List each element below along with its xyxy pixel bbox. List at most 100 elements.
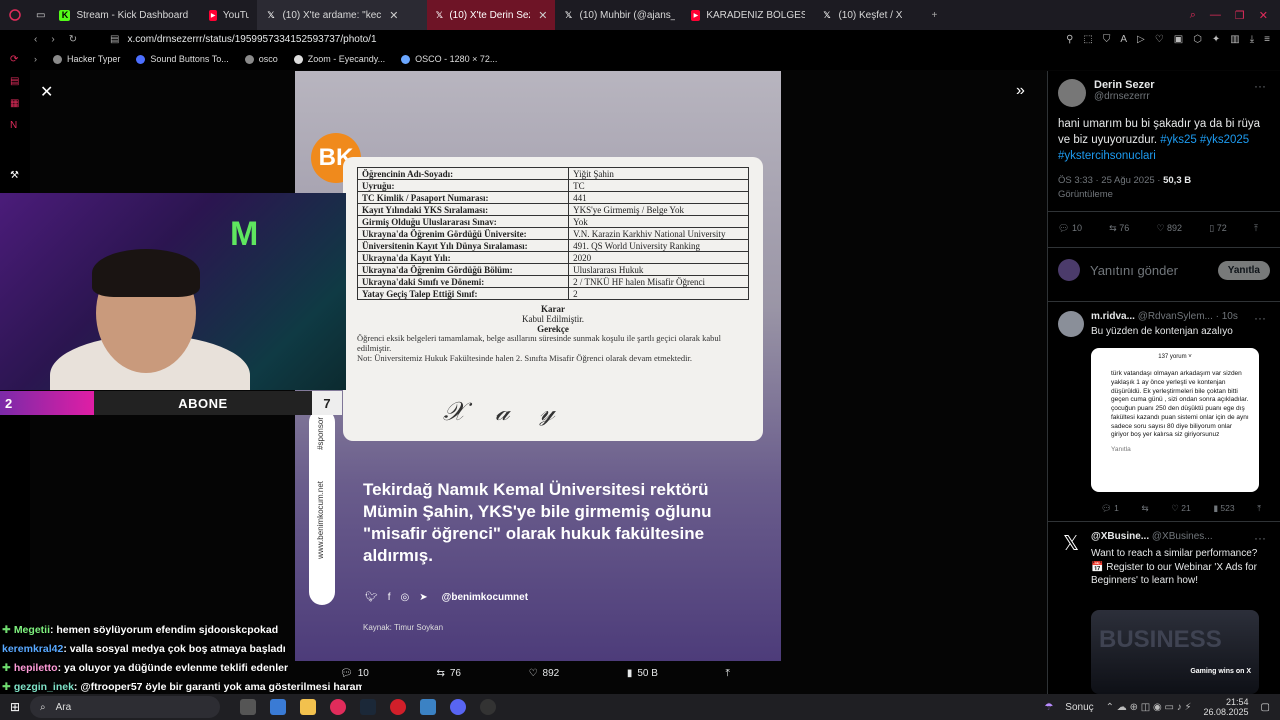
share-icon[interactable]: ⤒: [1257, 503, 1261, 514]
reply-input[interactable]: Yanıtını gönder: [1090, 263, 1178, 278]
author-handle[interactable]: @drnsezerrr: [1094, 91, 1155, 102]
store-icon[interactable]: [270, 699, 286, 715]
close-tab-icon[interactable]: ✕: [538, 9, 547, 22]
minimize-icon[interactable]: —: [1210, 9, 1221, 22]
more-options-icon[interactable]: ···: [1254, 311, 1266, 325]
browser-menu-icon[interactable]: [0, 0, 30, 30]
reply-image[interactable]: 137 yorum ˅ türk vatandaşı olmayan arkad…: [1091, 348, 1259, 492]
maximize-icon[interactable]: ❐: [1235, 9, 1245, 22]
sidebar-news-icon[interactable]: ▦: [10, 98, 22, 109]
weather-icon[interactable]: ☂: [1044, 702, 1053, 713]
views-button[interactable]: ▮ 523: [1213, 503, 1234, 514]
ad-author[interactable]: @XBusine... @XBusines...: [1091, 531, 1266, 542]
bookmark-zoom[interactable]: Zoom - Eyecandy...: [293, 54, 385, 64]
weather-text[interactable]: Sonuç: [1065, 702, 1093, 713]
puzzle-icon[interactable]: ✦: [1212, 34, 1220, 45]
taskbar-search[interactable]: ⌕ Ara: [30, 696, 220, 718]
menu-icon[interactable]: ≡: [1264, 34, 1270, 45]
reload-icon[interactable]: ↻: [69, 34, 77, 45]
more-options-icon[interactable]: ···: [1254, 79, 1266, 93]
views-button[interactable]: ▮ 50 B: [627, 668, 658, 679]
bookmark-sound-buttons[interactable]: Sound Buttons To...: [136, 54, 229, 64]
share-button[interactable]: ⤒: [726, 668, 730, 679]
reply-button[interactable]: 💬︎ 1: [1101, 503, 1119, 514]
tweet-author[interactable]: Derin Sezer @drnsezerrr: [1058, 79, 1155, 107]
bookmark-osco[interactable]: osco: [244, 54, 278, 64]
close-icon[interactable]: ✕: [1259, 9, 1268, 22]
promoted-tweet[interactable]: 𝕏 @XBusine... @XBusines... Want to reach…: [1058, 531, 1257, 586]
steam-icon[interactable]: [360, 699, 376, 715]
reply-button[interactable]: 💬︎ 10: [1058, 223, 1082, 234]
explorer-icon[interactable]: [300, 699, 316, 715]
clock[interactable]: 21:54 26.08.2025: [1204, 697, 1249, 718]
reply-submit-button[interactable]: Yanıtla: [1217, 260, 1270, 280]
avatar[interactable]: [1058, 79, 1086, 107]
play-icon[interactable]: ▷: [1137, 34, 1145, 45]
like-button[interactable]: ♡ 892: [1156, 223, 1182, 234]
browser-tab[interactable]: 𝕏 (10) X'te ardame: "kec ✕: [257, 0, 428, 30]
opera-icon[interactable]: [390, 699, 406, 715]
browser-tab[interactable]: 𝕏 (10) Muhbir (@ajans_m: [555, 0, 683, 30]
reply-tweet[interactable]: m.ridva... @RdvanSylem... · 10s Bu yüzde…: [1058, 311, 1238, 337]
browser-tab[interactable]: 𝕏(10) X'te Derin Sezer: "ha✕: [427, 0, 556, 30]
browser-tab[interactable]: ▶YouTube: [201, 0, 257, 30]
repost-button[interactable]: ⇆: [1142, 503, 1149, 514]
author-name[interactable]: Derin Sezer: [1094, 79, 1155, 91]
obs-icon[interactable]: [480, 699, 496, 715]
extension-icon[interactable]: ⬡: [1193, 34, 1202, 45]
url-input[interactable]: x.com/drnsezerrr/status/1959957334152593…: [127, 34, 376, 45]
chat-username[interactable]: Megetii: [14, 624, 50, 636]
new-tab-button[interactable]: +: [923, 0, 945, 30]
search-icon[interactable]: ⌕: [1190, 9, 1196, 22]
chat-username[interactable]: hepiletto: [14, 662, 58, 674]
tweet-photo[interactable]: BK Öğrencinin Adı-Soyadı: Yiğit Şahin Uyru…: [295, 71, 781, 661]
network-app-icon[interactable]: [420, 699, 436, 715]
ad-image[interactable]: BUSINESS Gaming wins on X: [1091, 610, 1259, 694]
download-icon[interactable]: ⤓: [1250, 34, 1254, 45]
bookmark-button[interactable]: ▯ 72: [1209, 223, 1226, 234]
notification-icon[interactable]: ▢: [1261, 702, 1270, 713]
forward-icon[interactable]: ›: [51, 34, 54, 45]
site-info-icon[interactable]: ▤: [110, 34, 119, 45]
bookmarks-chevron-icon[interactable]: ›: [34, 54, 37, 64]
pin-icon[interactable]: ⚲: [1066, 34, 1073, 45]
start-icon[interactable]: ⊞: [0, 700, 30, 714]
repost-button[interactable]: ⇆ 76: [436, 668, 461, 679]
task-view-icon[interactable]: [240, 699, 256, 715]
sidebar-flow-icon[interactable]: ⟳: [10, 54, 22, 65]
twitter-icon: 🐦︎: [365, 592, 378, 603]
screenshot-icon[interactable]: ⬚: [1083, 34, 1092, 45]
sidebar-chat-icon[interactable]: ▤: [10, 76, 22, 87]
expand-panel-icon[interactable]: »: [1016, 82, 1025, 100]
close-media-icon[interactable]: ✕: [40, 82, 58, 101]
translate-icon[interactable]: A: [1120, 34, 1127, 45]
share-icon[interactable]: ⤒: [1254, 223, 1258, 234]
reply-author[interactable]: m.ridva... @RdvanSylem... · 10s: [1091, 311, 1271, 322]
browser-tab[interactable]: K Stream - Kick Dashboard: [51, 0, 201, 30]
tweet-time[interactable]: ÖS 3:33 · 25 Ağu 2025 ·: [1058, 175, 1160, 186]
bookmark-hacker-typer[interactable]: Hacker Typer: [53, 54, 120, 64]
shield-icon[interactable]: ⛉: [1103, 34, 1111, 45]
heart-icon[interactable]: ♡: [1155, 34, 1164, 45]
repost-button[interactable]: ⇆ 76: [1109, 223, 1129, 234]
discord-icon[interactable]: [450, 699, 466, 715]
avatar[interactable]: [1058, 311, 1084, 337]
browser-app-icon[interactable]: [330, 699, 346, 715]
back-icon[interactable]: ‹: [34, 34, 37, 45]
tab-list-icon[interactable]: ▭: [30, 0, 51, 30]
like-button[interactable]: ♡ 21: [1171, 503, 1190, 514]
more-options-icon[interactable]: ···: [1254, 531, 1266, 545]
chat-username[interactable]: keremkral42: [2, 643, 63, 655]
close-tab-icon[interactable]: ✕: [389, 9, 398, 22]
browser-tab[interactable]: ▶KARADENİZ BÖLGESİ'NİN: [683, 0, 813, 30]
sidebar-icon[interactable]: ▥: [1230, 34, 1239, 45]
browser-tab[interactable]: 𝕏 (10) Keşfet / X: [813, 0, 923, 30]
wallet-icon[interactable]: ▣: [1174, 34, 1183, 45]
chat-username[interactable]: gezgin_inek: [14, 681, 74, 693]
tray-icons[interactable]: ⌃ ☁ ⊕ ◫ ◉ ▭ ♪ ⚡: [1106, 702, 1192, 713]
like-button[interactable]: ♡ 892: [529, 668, 560, 679]
x-logo-icon[interactable]: 𝕏: [1058, 531, 1084, 557]
sidebar-n-icon[interactable]: N: [10, 120, 22, 131]
bookmark-osco-1280[interactable]: OSCO - 1280 × 72...: [401, 54, 497, 64]
sidebar-tools-icon[interactable]: ⚒: [10, 170, 22, 181]
